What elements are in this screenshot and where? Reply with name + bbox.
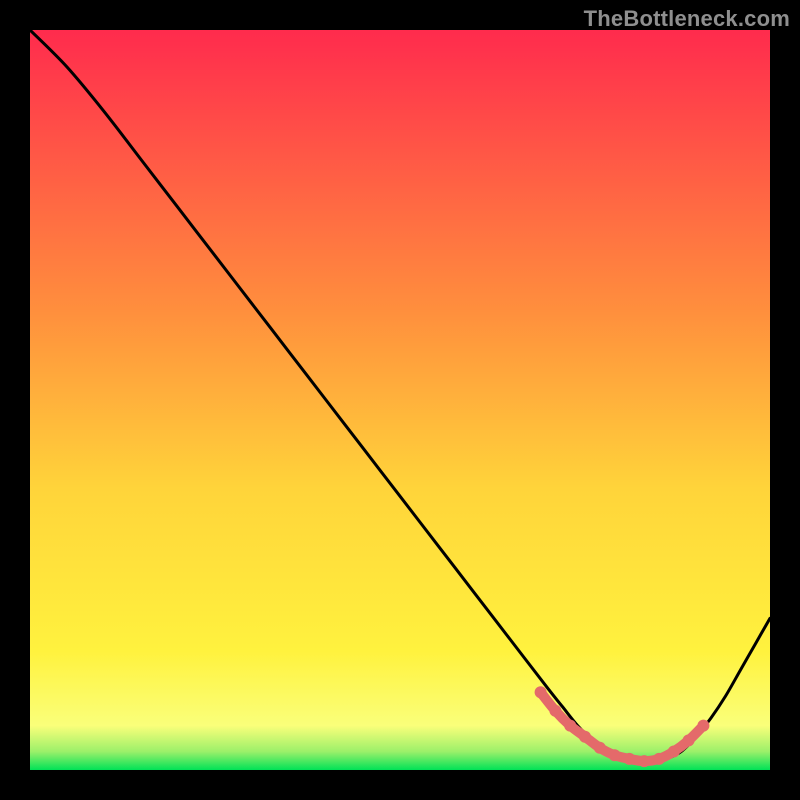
gradient-bg (30, 30, 770, 770)
valley-dot (638, 755, 650, 767)
valley-dot (609, 749, 621, 761)
valley-dot (535, 686, 547, 698)
valley-dot (653, 753, 665, 765)
valley-dot (668, 746, 680, 758)
chart-plot (30, 30, 770, 770)
valley-dot (697, 720, 709, 732)
valley-dot (683, 734, 695, 746)
valley-dot (564, 720, 576, 732)
valley-dot (623, 753, 635, 765)
chart-frame: TheBottleneck.com (0, 0, 800, 800)
valley-dot (579, 731, 591, 743)
valley-dot (594, 742, 606, 754)
valley-dot (549, 705, 561, 717)
watermark-text: TheBottleneck.com (584, 6, 790, 32)
